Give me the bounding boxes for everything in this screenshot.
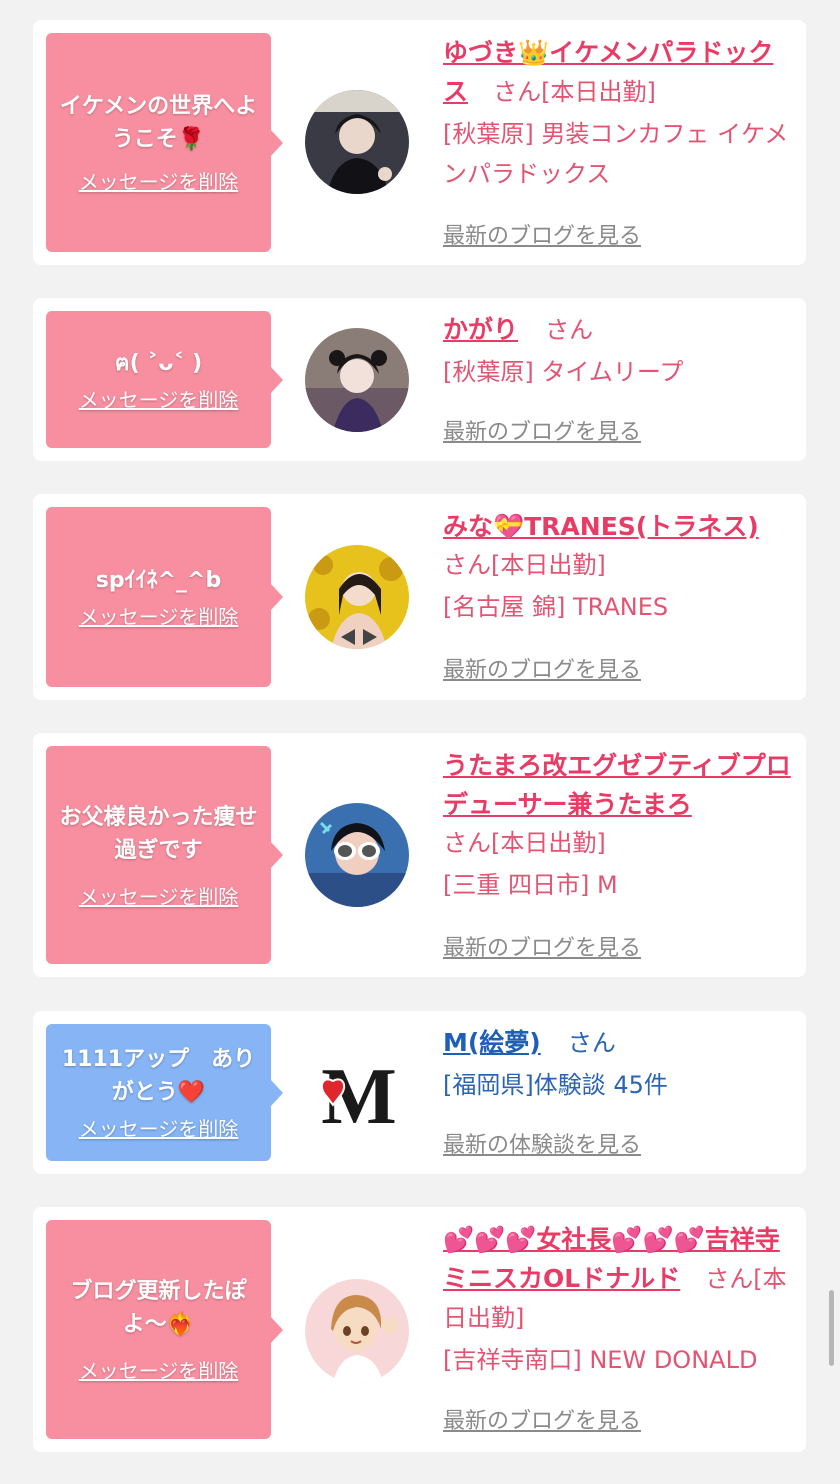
entry-info: みな💝TRANES(トラネス) さん[本日出勤] [名古屋 錦] TRANES (443, 507, 791, 627)
message-bubble: ブログ更新したぽよ〜❤️‍🔥 メッセージを削除 (46, 1220, 283, 1439)
message-card: 1111アップ ありがとう❤️ メッセージを削除 M M(絵夢) さん [福岡県… (33, 1011, 806, 1174)
latest-blog-link[interactable]: 最新のブログを見る (443, 414, 641, 446)
message-card: spｲｲﾈ^_^b メッセージを削除 みな💝TRANES(トラネス) さん[本日… (33, 494, 806, 700)
message-text: 1111アップ ありがとう❤️ (61, 1047, 256, 1105)
delete-message-link[interactable]: メッセージを削除 (79, 601, 239, 630)
shop-location: [三重 四日市] M (443, 871, 618, 899)
member-name-link[interactable]: みな💝TRANES(トラネス) (443, 507, 791, 546)
latest-blog-link[interactable]: 最新のブログを見る (443, 218, 641, 250)
latest-review-link[interactable]: 最新の体験談を見る (443, 1127, 641, 1159)
status-badge: [本日出勤] (541, 78, 656, 106)
message-bubble: お父様良かった痩せ過ぎです メッセージを削除 (46, 746, 283, 964)
shop-location: [秋葉原] タイムリープ (443, 358, 684, 386)
message-bubble: spｲｲﾈ^_^b メッセージを削除 (46, 507, 283, 687)
message-card: ฅ( ˃ᴗ˂ ) メッセージを削除 かがり さん [秋葉原] タイムリープ 最新… (33, 298, 806, 461)
shop-location: [名古屋 錦] TRANES (443, 593, 669, 621)
honorific: さん (545, 316, 594, 344)
shop-location: [秋葉原] 男装コンカフェ イケメンパラドックス (443, 120, 789, 188)
honorific: さん (493, 78, 542, 106)
profile-photo-icon[interactable] (305, 545, 409, 649)
m-logo-icon[interactable]: M (305, 1041, 409, 1145)
shop-location: [吉祥寺南口] NEW DONALD (443, 1346, 758, 1374)
latest-blog-link[interactable]: 最新のブログを見る (443, 930, 641, 962)
delete-message-link[interactable]: メッセージを削除 (79, 166, 239, 195)
profile-photo-icon[interactable] (305, 803, 409, 907)
honorific: さん (443, 829, 491, 857)
honorific: さん (443, 551, 491, 579)
message-text: ブログ更新したぽよ〜❤️‍🔥 (70, 1279, 247, 1337)
message-card: お父様良かった痩せ過ぎです メッセージを削除 うたまろ改エグゼブティブプロデュー… (33, 733, 806, 977)
entry-info: かがり さん [秋葉原] タイムリープ (443, 310, 791, 392)
member-name-link[interactable]: うたまろ改エグゼブティブプロデューサー兼うたまろ (443, 746, 791, 824)
message-card: ブログ更新したぽよ〜❤️‍🔥 メッセージを削除 💕💕💕女社長💕💕💕吉祥寺ミニスカ… (33, 1207, 806, 1452)
honorific: さん (567, 1029, 616, 1057)
status-badge: [本日出勤] (491, 551, 606, 579)
message-bubble: イケメンの世界へようこそ🌹 メッセージを削除 (46, 33, 283, 252)
message-text: お父様良かった痩せ過ぎです (59, 804, 258, 863)
delete-message-link[interactable]: メッセージを削除 (79, 1113, 239, 1142)
message-text: イケメンの世界へようこそ🌹 (59, 94, 258, 152)
message-text: ฅ( ˃ᴗ˂ ) (114, 350, 203, 376)
member-name-link[interactable]: M(絵夢) (443, 1028, 541, 1057)
scrollbar[interactable] (829, 1290, 834, 1366)
honorific: さん (705, 1265, 754, 1293)
delete-message-link[interactable]: メッセージを削除 (79, 881, 239, 910)
message-bubble: ฅ( ˃ᴗ˂ ) メッセージを削除 (46, 311, 283, 448)
entry-info: 💕💕💕女社長💕💕💕吉祥寺ミニスカOLドナルド さん[本日出勤] [吉祥寺南口] … (443, 1220, 791, 1380)
profile-photo-icon[interactable] (305, 90, 409, 194)
status-badge: [本日出勤] (491, 829, 606, 857)
profile-illustration-icon[interactable] (305, 1279, 409, 1383)
latest-blog-link[interactable]: 最新のブログを見る (443, 652, 641, 684)
message-bubble: 1111アップ ありがとう❤️ メッセージを削除 (46, 1024, 283, 1161)
latest-blog-link[interactable]: 最新のブログを見る (443, 1403, 641, 1435)
entry-info: うたまろ改エグゼブティブプロデューサー兼うたまろ さん[本日出勤] [三重 四日… (443, 746, 791, 905)
profile-photo-icon[interactable] (305, 328, 409, 432)
message-text: spｲｲﾈ^_^b (95, 568, 222, 593)
entry-info: M(絵夢) さん [福岡県]体験談 45件 (443, 1023, 791, 1105)
member-name-link[interactable]: かがり (443, 315, 518, 344)
message-card: イケメンの世界へようこそ🌹 メッセージを削除 ゆづき👑イケメンパラドックス さん… (33, 20, 806, 265)
delete-message-link[interactable]: メッセージを削除 (79, 1355, 239, 1384)
delete-message-link[interactable]: メッセージを削除 (79, 384, 239, 413)
entry-info: ゆづき👑イケメンパラドックス さん[本日出勤] [秋葉原] 男装コンカフェ イケ… (443, 33, 791, 194)
review-count: [福岡県]体験談 45件 (443, 1071, 668, 1099)
